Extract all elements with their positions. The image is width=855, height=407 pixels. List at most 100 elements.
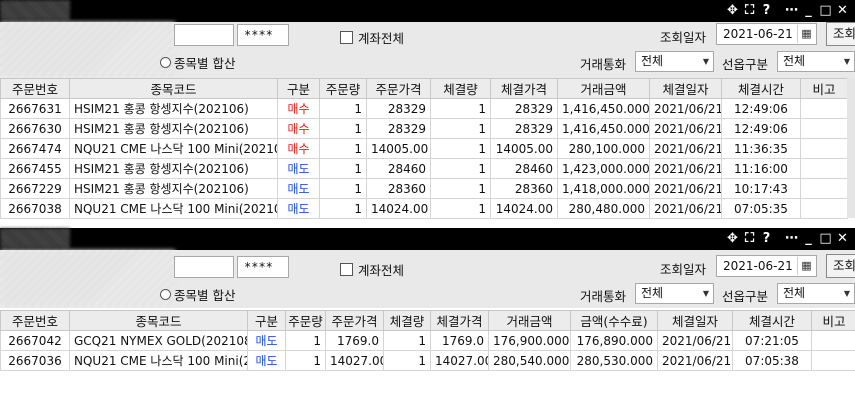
order-qty-cell: 1 <box>319 118 367 139</box>
fill-date-cell: 2021/06/21 <box>657 330 733 351</box>
minimize-icon[interactable]: _ <box>800 230 817 248</box>
fill-price-cell: 28460 <box>490 158 558 179</box>
column-header[interactable]: 주문량 <box>319 78 367 99</box>
redacted-title <box>0 0 70 20</box>
column-header[interactable]: 주문번호 <box>0 78 70 99</box>
close-icon[interactable]: ✕ <box>834 2 851 20</box>
resize-icon[interactable]: ⛶ <box>741 2 758 20</box>
futures-type-label: 선옵구분 <box>722 289 769 304</box>
all-accounts-checkbox[interactable]: 계좌전체 <box>340 28 404 47</box>
futures-type-select[interactable]: 전체 ▼ <box>777 51 855 72</box>
fill-date-cell: 2021/06/21 <box>649 98 722 119</box>
by-symbol-total-radio[interactable]: 종목별 합산 <box>160 53 235 72</box>
table-row[interactable]: 2667229 HSIM21 홍콩 항셍지수(202106) 매도 1 28360 1 28… <box>0 178 848 199</box>
column-header[interactable]: 체결시간 <box>721 78 801 99</box>
table-header-row: 주문번호 종목코드 구분 주문량 주문가격 체결량 체결가격 거래금액 체결일자… <box>0 78 848 99</box>
filled-qty-cell: 1 <box>430 118 491 139</box>
table-row[interactable]: 2667474 NQU21 CME 나스닥 100 Mini(202109) 매수 1… <box>0 138 848 159</box>
column-header[interactable]: 구분 <box>277 78 320 99</box>
execution-table: 주문번호 종목코드 구분 주문량 주문가격 체결량 체결가격 거래금액 체결일자… <box>0 78 848 219</box>
column-header[interactable]: 종목코드 <box>69 78 278 99</box>
column-header[interactable]: 구분 <box>247 310 286 331</box>
column-header[interactable]: 비고 <box>811 310 855 331</box>
column-header[interactable]: 주문가격 <box>366 78 431 99</box>
column-header[interactable]: 주문번호 <box>0 310 70 331</box>
more-icon[interactable]: ⋯ <box>783 230 800 248</box>
currency-select[interactable]: 전체 ▼ <box>635 51 714 72</box>
fill-date-cell: 2021/06/21 <box>657 350 733 371</box>
column-header[interactable]: 체결가격 <box>490 78 558 99</box>
password-input[interactable]: **** <box>237 256 289 278</box>
note-cell <box>800 118 848 139</box>
help-icon[interactable]: ? <box>758 230 775 248</box>
column-header[interactable]: 체결시간 <box>732 310 812 331</box>
column-header[interactable]: 금액(수수료) <box>570 310 658 331</box>
move-icon[interactable]: ✥ <box>724 230 741 248</box>
chevron-down-icon: ▼ <box>843 289 850 298</box>
vertical-scrollbar[interactable] <box>847 78 855 218</box>
table-row[interactable]: 2667455 HSIM21 홍콩 항셍지수(202106) 매도 1 28460 1 28… <box>0 158 848 179</box>
column-header[interactable]: 비고 <box>800 78 848 99</box>
side-cell: 매도 <box>277 158 320 179</box>
query-date-input[interactable]: 2021-06-21 ▦ <box>716 255 817 277</box>
checkbox-icon[interactable] <box>340 31 353 44</box>
fill-time-cell: 10:17:43 <box>721 178 801 199</box>
calendar-icon[interactable]: ▦ <box>797 25 815 43</box>
trade-amount-cell: 1,416,450.000 <box>557 98 650 119</box>
by-symbol-total-radio[interactable]: 종목별 합산 <box>160 285 235 304</box>
note-cell <box>800 178 848 199</box>
amount-fee-cell: 280,530.000 <box>570 350 658 371</box>
calendar-icon[interactable]: ▦ <box>797 257 815 275</box>
more-icon[interactable]: ⋯ <box>783 2 800 20</box>
table-row[interactable]: 2667630 HSIM21 홍콩 항셍지수(202106) 매수 1 28329 1 28… <box>0 118 848 139</box>
trade-amount-cell: 280,100.000 <box>557 138 650 159</box>
move-icon[interactable]: ✥ <box>724 2 741 20</box>
maximize-icon[interactable]: □ <box>817 230 834 248</box>
symbol-cell: HSIM21 홍콩 항셍지수(202106) <box>69 98 278 119</box>
column-header[interactable]: 체결일자 <box>657 310 733 331</box>
trade-amount-cell: 280,480.000 <box>557 198 650 219</box>
table-row[interactable]: 2667036 NQU21 CME 나스닥 100 Mini(202 매도 1 1402… <box>0 350 855 371</box>
minimize-icon[interactable]: _ <box>800 2 817 20</box>
resize-icon[interactable]: ⛶ <box>741 230 758 248</box>
side-cell: 매도 <box>277 178 320 199</box>
help-icon[interactable]: ? <box>758 2 775 20</box>
column-header[interactable]: 체결량 <box>383 310 431 331</box>
table-row[interactable]: 2667631 HSIM21 홍콩 항셍지수(202106) 매수 1 28329 1 28… <box>0 98 848 119</box>
account-input[interactable] <box>174 256 234 278</box>
column-header[interactable]: 거래금액 <box>557 78 650 99</box>
column-header[interactable]: 주문량 <box>285 310 326 331</box>
checkbox-icon[interactable] <box>340 263 353 276</box>
query-button[interactable]: 조회 <box>826 254 855 278</box>
order-qty-cell: 1 <box>319 178 367 199</box>
by-symbol-total-label: 종목별 합산 <box>174 56 236 71</box>
execution-panel-top: ✥ ⛶ ? ⋯ _ □ ✕ **** 계좌전체 종목별 합산 조회일자 2021… <box>0 0 855 228</box>
futures-type-select[interactable]: 전체 ▼ <box>777 283 855 304</box>
trade-amount-cell: 176,900.000 <box>488 330 571 351</box>
fill-time-cell: 12:49:06 <box>721 98 801 119</box>
radio-icon[interactable] <box>160 289 171 300</box>
currency-select[interactable]: 전체 ▼ <box>635 283 714 304</box>
currency-value: 전체 <box>641 54 664 68</box>
radio-icon[interactable] <box>160 57 171 68</box>
column-header[interactable]: 주문가격 <box>325 310 384 331</box>
column-header[interactable]: 거래금액 <box>488 310 571 331</box>
account-input[interactable] <box>174 24 234 46</box>
column-header[interactable]: 체결량 <box>430 78 491 99</box>
filled-qty-cell: 1 <box>430 198 491 219</box>
table-row[interactable]: 2667038 NQU21 CME 나스닥 100 Mini(202109) 매도 1… <box>0 198 848 219</box>
column-header[interactable]: 종목코드 <box>69 310 248 331</box>
column-header[interactable]: 체결일자 <box>649 78 722 99</box>
order-number-cell: 2667630 <box>0 118 70 139</box>
close-icon[interactable]: ✕ <box>834 230 851 248</box>
maximize-icon[interactable]: □ <box>817 2 834 20</box>
order-qty-cell: 1 <box>319 98 367 119</box>
password-input[interactable]: **** <box>237 24 289 46</box>
column-header[interactable]: 체결가격 <box>430 310 489 331</box>
all-accounts-checkbox[interactable]: 계좌전체 <box>340 260 404 279</box>
filled-qty-cell: 1 <box>430 138 491 159</box>
query-date-input[interactable]: 2021-06-21 ▦ <box>716 23 817 45</box>
amount-fee-cell: 176,890.000 <box>570 330 658 351</box>
table-row[interactable]: 2667042 GCQ21 NYMEX GOLD(202108) 매도 1 1769.0… <box>0 330 855 351</box>
query-button[interactable]: 조회 <box>826 22 855 46</box>
